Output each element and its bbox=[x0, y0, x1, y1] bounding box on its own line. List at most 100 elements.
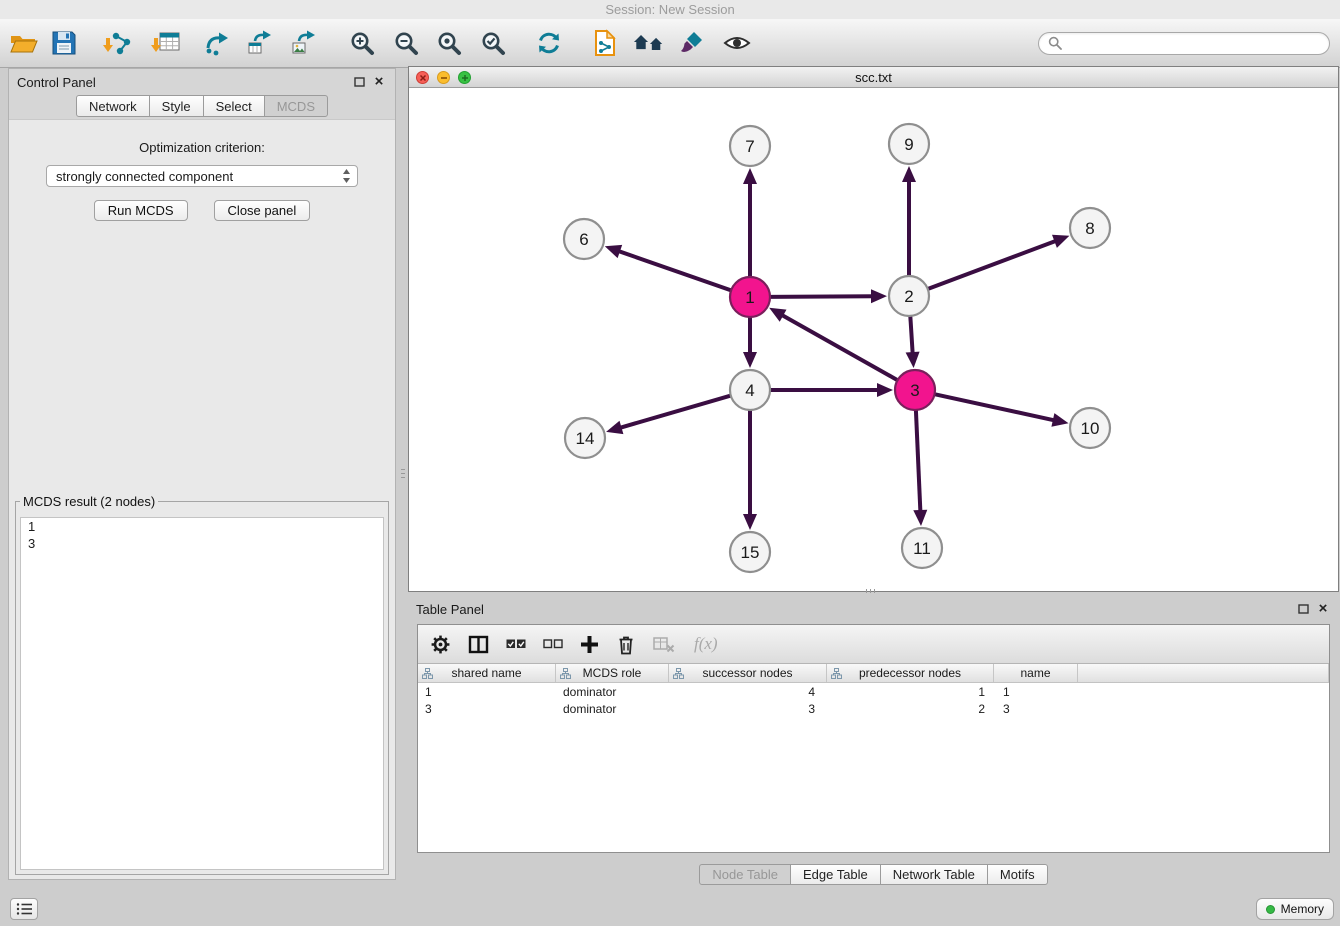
tab-edge-table[interactable]: Edge Table bbox=[790, 864, 881, 885]
checked-boxes-icon bbox=[506, 639, 526, 649]
share-document-button[interactable] bbox=[589, 25, 621, 61]
eye-icon bbox=[723, 33, 751, 53]
graph-edge-1-6[interactable] bbox=[618, 251, 731, 291]
zoom-in-button[interactable] bbox=[346, 25, 378, 61]
zoom-selected-icon bbox=[480, 30, 506, 56]
export-table-button[interactable] bbox=[245, 25, 277, 61]
graph-edge-2-3[interactable] bbox=[910, 316, 912, 354]
refresh-view-button[interactable] bbox=[533, 25, 565, 61]
show-hide-button[interactable] bbox=[721, 25, 753, 61]
network-window-titlebar[interactable]: scc.txt bbox=[409, 67, 1338, 88]
close-panel-button[interactable]: Close panel bbox=[214, 200, 311, 221]
delete-table-button[interactable] bbox=[653, 636, 675, 653]
column-header-predecessor-nodes[interactable]: predecessor nodes bbox=[827, 664, 994, 682]
panel-menu-button[interactable] bbox=[10, 898, 38, 920]
cell-mcds-role[interactable]: dominator bbox=[556, 683, 669, 700]
delete-column-button[interactable] bbox=[616, 634, 636, 655]
tab-style[interactable]: Style bbox=[149, 95, 204, 117]
graph-edge-4-14[interactable] bbox=[620, 396, 731, 428]
select-all-columns-button[interactable] bbox=[506, 639, 526, 649]
column-header-mcds-role[interactable]: MCDS role bbox=[556, 664, 669, 682]
table-settings-button[interactable] bbox=[430, 634, 451, 655]
float-panel-icon[interactable] bbox=[351, 74, 367, 90]
graph-node-label-6: 6 bbox=[579, 230, 588, 249]
mcds-result-list[interactable]: 1 3 bbox=[20, 517, 384, 870]
window-zoom-button[interactable] bbox=[458, 71, 471, 84]
control-panel: Control Panel × Network Style Select MCD… bbox=[8, 68, 396, 880]
import-table-button[interactable] bbox=[150, 25, 182, 61]
import-table-icon bbox=[151, 30, 181, 56]
export-network-button[interactable] bbox=[202, 25, 234, 61]
window-close-button[interactable] bbox=[416, 71, 429, 84]
network-window: scc.txt 7968124314101511 bbox=[408, 66, 1339, 592]
close-panel-icon[interactable]: × bbox=[1315, 601, 1331, 617]
column-type-icon bbox=[831, 668, 842, 679]
tab-mcds[interactable]: MCDS bbox=[264, 95, 328, 117]
cell-successor-nodes[interactable]: 3 bbox=[669, 700, 827, 717]
export-image-button[interactable] bbox=[289, 25, 321, 61]
deselect-all-columns-button[interactable] bbox=[543, 639, 563, 649]
mcds-result-box: MCDS result (2 nodes) 1 3 bbox=[15, 494, 389, 875]
cell-mcds-role[interactable]: dominator bbox=[556, 700, 669, 717]
cell-successor-nodes[interactable]: 4 bbox=[669, 683, 827, 700]
close-panel-icon[interactable]: × bbox=[371, 74, 387, 90]
cell-name[interactable]: 3 bbox=[994, 700, 1078, 717]
run-mcds-button[interactable]: Run MCDS bbox=[94, 200, 188, 221]
criterion-dropdown-value: strongly connected component bbox=[56, 169, 342, 184]
export-image-icon bbox=[291, 30, 319, 56]
column-label: shared name bbox=[451, 666, 521, 680]
criterion-dropdown[interactable]: strongly connected component bbox=[46, 165, 358, 187]
cell-shared-name[interactable]: 1 bbox=[418, 683, 556, 700]
zoom-out-button[interactable] bbox=[390, 25, 422, 61]
save-session-button[interactable] bbox=[48, 25, 80, 61]
tab-motifs[interactable]: Motifs bbox=[987, 864, 1048, 885]
horizontal-splitter-handle[interactable] bbox=[860, 588, 880, 594]
graph-edge-arrowhead bbox=[606, 421, 623, 434]
cell-shared-name[interactable]: 3 bbox=[418, 700, 556, 717]
graph-node-label-2: 2 bbox=[904, 287, 913, 306]
column-header-shared-name[interactable]: shared name bbox=[418, 664, 556, 682]
graph-edge-2-8[interactable] bbox=[928, 241, 1057, 289]
tab-network-table[interactable]: Network Table bbox=[880, 864, 988, 885]
import-network-button[interactable] bbox=[102, 25, 134, 61]
table-row[interactable]: 3 dominator 3 2 3 bbox=[418, 700, 1329, 717]
cell-predecessor-nodes[interactable]: 2 bbox=[827, 700, 994, 717]
mcds-result-item[interactable]: 3 bbox=[21, 535, 383, 552]
memory-button[interactable]: Memory bbox=[1256, 898, 1334, 920]
show-columns-button[interactable] bbox=[468, 635, 489, 654]
vertical-splitter-handle[interactable] bbox=[400, 455, 406, 491]
network-canvas[interactable]: 7968124314101511 bbox=[409, 88, 1338, 591]
graph-edge-arrowhead bbox=[871, 289, 887, 303]
apply-style-button[interactable] bbox=[676, 25, 708, 61]
tab-node-table[interactable]: Node Table bbox=[699, 864, 791, 885]
zoom-in-icon bbox=[349, 30, 375, 56]
mcds-result-item[interactable]: 1 bbox=[21, 518, 383, 535]
function-builder-button[interactable]: f(x) bbox=[694, 634, 718, 654]
share-document-icon bbox=[592, 29, 618, 57]
network-graph[interactable]: 7968124314101511 bbox=[409, 88, 1338, 591]
column-header-successor-nodes[interactable]: successor nodes bbox=[669, 664, 827, 682]
column-label: successor nodes bbox=[702, 666, 792, 680]
export-table-icon bbox=[247, 30, 275, 56]
table-row[interactable]: 1 dominator 4 1 1 bbox=[418, 683, 1329, 700]
zoom-selected-button[interactable] bbox=[477, 25, 509, 61]
cell-name[interactable]: 1 bbox=[994, 683, 1078, 700]
graph-edge-1-2[interactable] bbox=[770, 296, 873, 297]
cell-predecessor-nodes[interactable]: 1 bbox=[827, 683, 994, 700]
open-file-button[interactable] bbox=[8, 25, 40, 61]
home-button[interactable] bbox=[633, 25, 665, 61]
create-column-button[interactable] bbox=[580, 635, 599, 654]
column-type-icon bbox=[560, 668, 571, 679]
search-input[interactable] bbox=[1067, 36, 1320, 51]
zoom-fit-button[interactable] bbox=[433, 25, 465, 61]
search-box[interactable] bbox=[1038, 32, 1330, 55]
graph-node-label-1: 1 bbox=[745, 288, 754, 307]
tab-network[interactable]: Network bbox=[76, 95, 150, 117]
window-minimize-button[interactable] bbox=[437, 71, 450, 84]
graph-edge-3-11[interactable] bbox=[916, 410, 921, 512]
graph-edge-3-1[interactable] bbox=[781, 315, 897, 381]
float-panel-icon[interactable] bbox=[1295, 601, 1311, 617]
tab-select[interactable]: Select bbox=[203, 95, 265, 117]
graph-edge-3-10[interactable] bbox=[935, 394, 1055, 420]
column-header-name[interactable]: name bbox=[994, 664, 1078, 682]
